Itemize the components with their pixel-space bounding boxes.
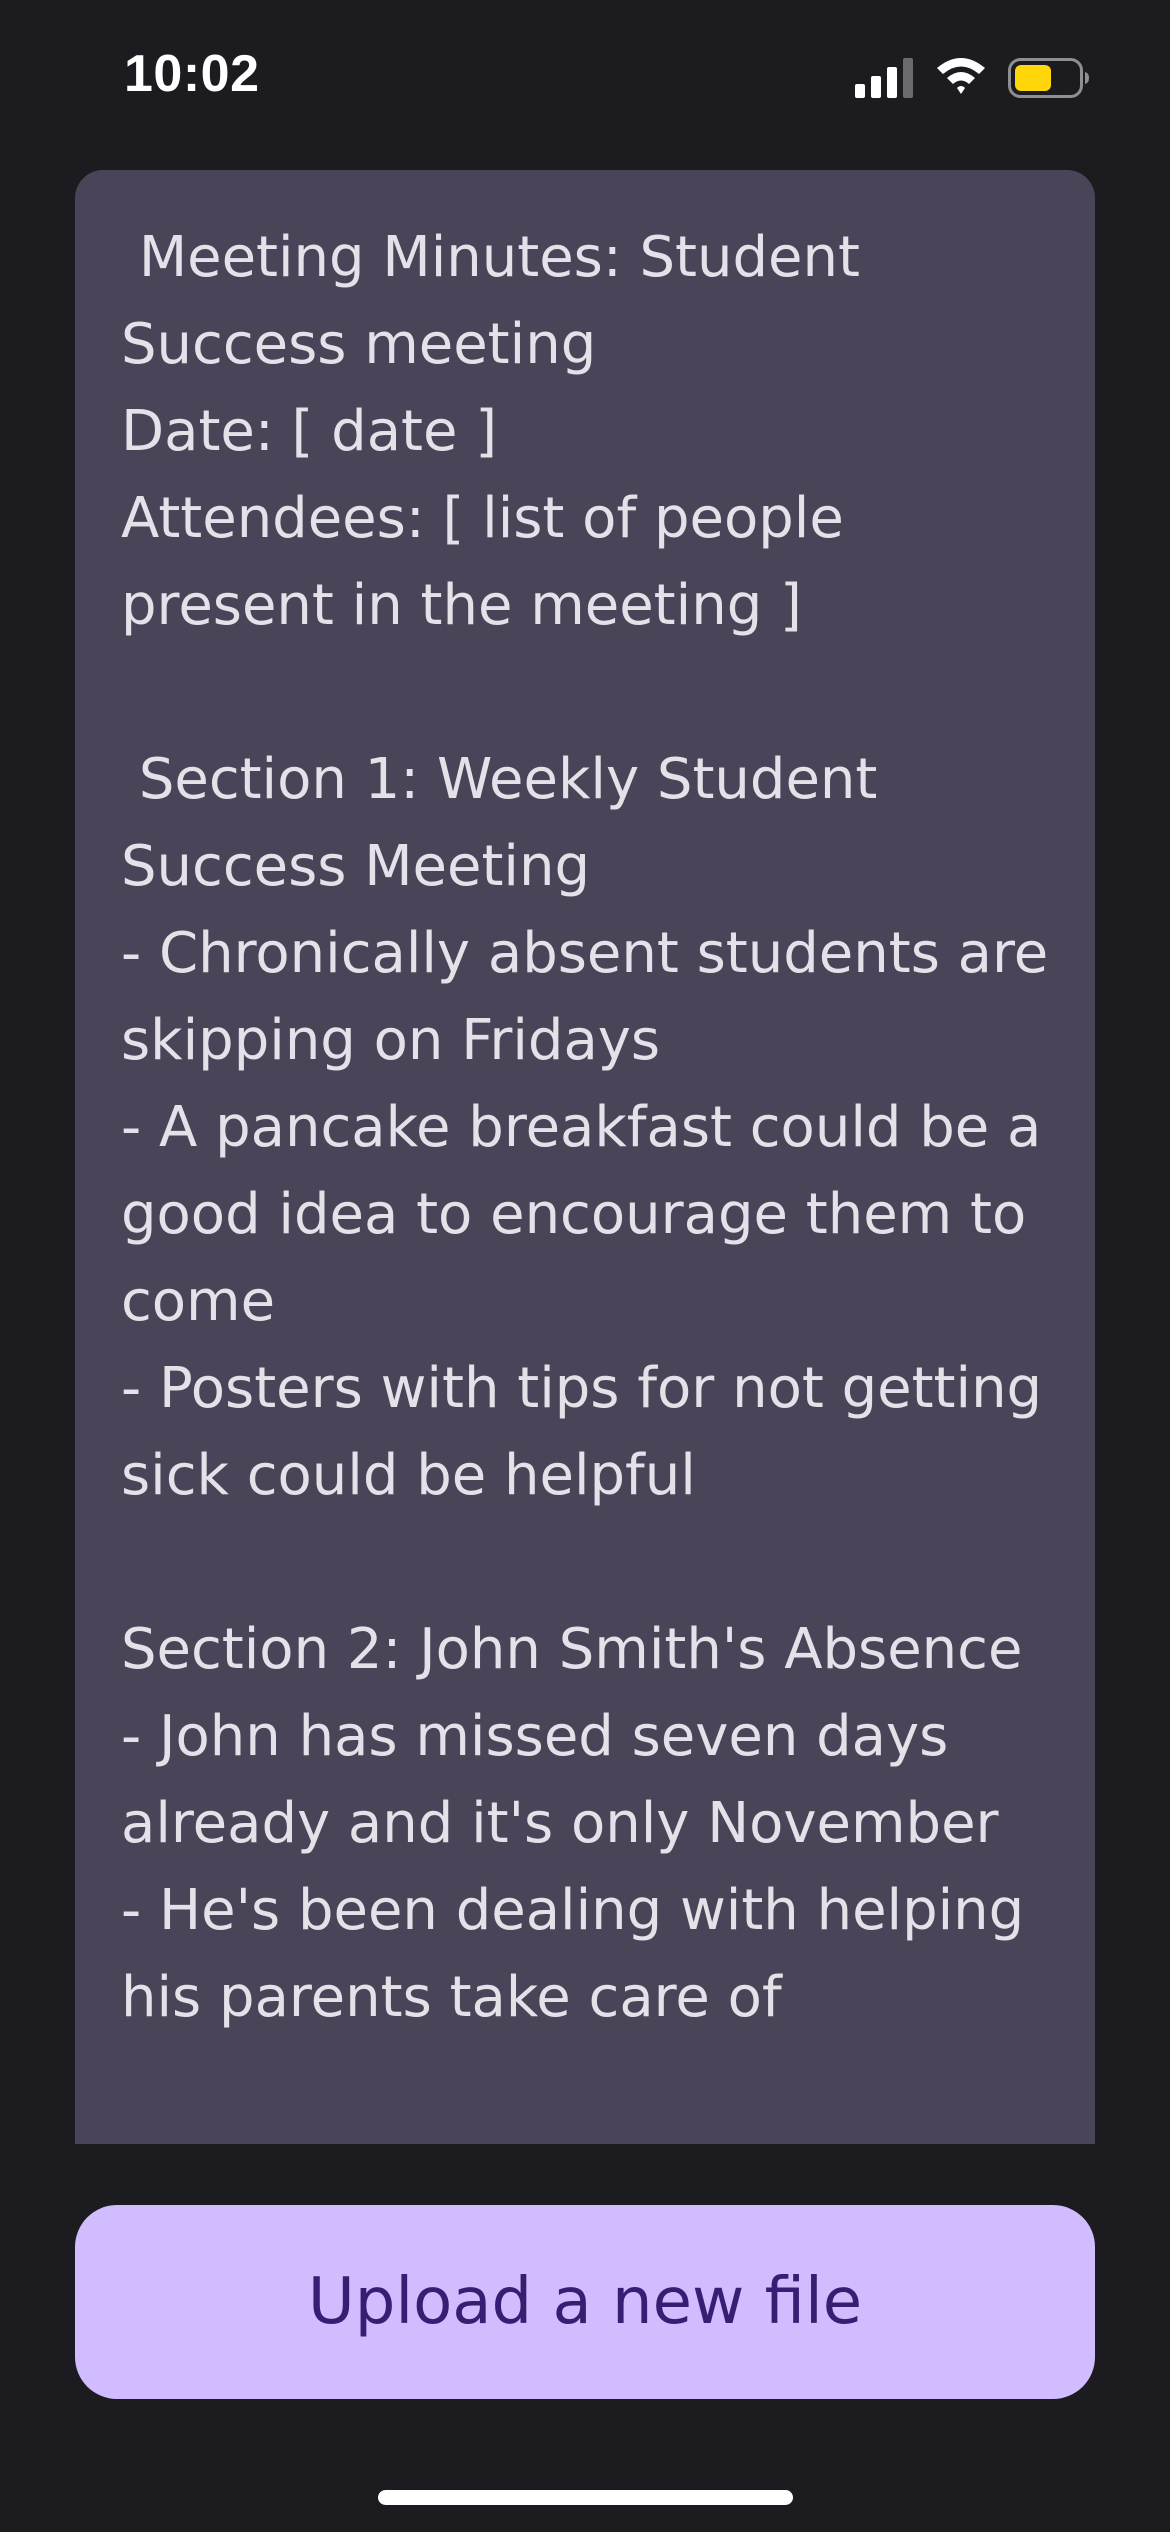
meeting-notes-text: Meeting Minutes: Student Success meeting… [121,225,1049,2030]
wifi-icon [937,58,985,94]
status-bar: 10:02 [0,0,1170,150]
meeting-notes-card[interactable]: Meeting Minutes: Student Success meeting… [75,170,1095,2144]
status-time: 10:02 [124,45,260,103]
battery-icon [1008,58,1089,98]
cellular-signal-icon [855,58,913,98]
home-indicator[interactable] [378,2490,793,2505]
upload-file-button[interactable]: Upload a new file [75,2205,1095,2399]
